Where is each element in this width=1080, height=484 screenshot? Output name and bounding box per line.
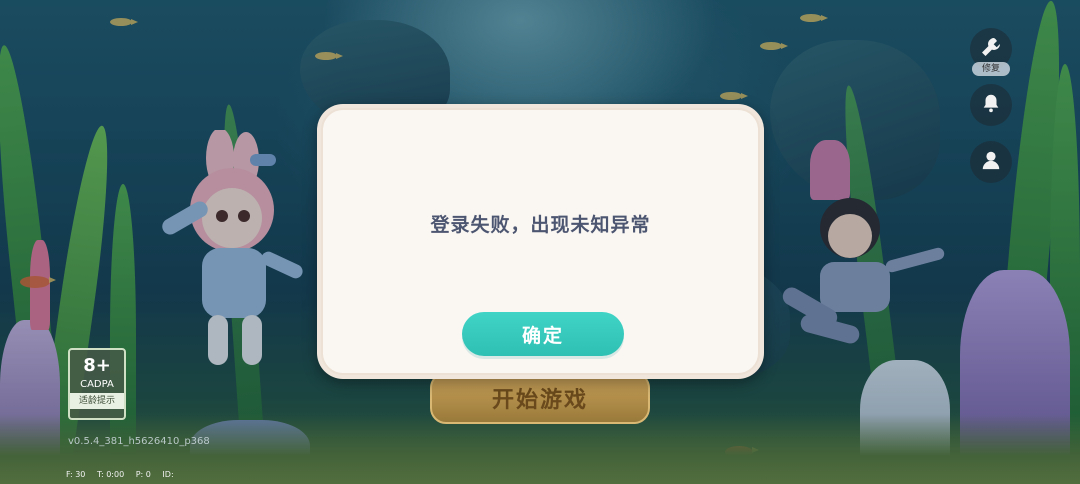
age-rating-badge[interactable]: 8+ CADPA 适龄提示 [68,348,126,420]
error-dialog-body: 登录失败，出现未知异常 确定 [321,108,760,375]
notice-button[interactable] [970,84,1012,126]
debug-p: P: 0 [135,470,151,479]
wrench-icon [979,35,1003,63]
repair-label[interactable]: 修复 [972,62,1010,76]
debug-stats: F: 30 T: 0:00 P: 0 ID: [66,470,183,479]
debug-id: ID: [162,470,174,479]
version-text: v0.5.4_381_h5626410_p368 [68,436,210,447]
error-message: 登录失败，出现未知异常 [430,214,651,236]
user-icon [980,149,1002,175]
start-game-button[interactable]: 开始游戏 [430,372,650,424]
debug-time: T: 0:00 [96,470,125,479]
age-rating-number: 8+ [83,355,111,376]
age-rating-org: CADPA [80,379,114,390]
account-button[interactable] [970,141,1012,183]
error-dialog: 登录失败，出现未知异常 确定 [317,104,764,379]
confirm-button[interactable]: 确定 [462,312,624,356]
bell-icon [980,92,1002,118]
debug-fps: F: 30 [66,470,86,479]
age-rating-tip: 适龄提示 [70,393,124,409]
